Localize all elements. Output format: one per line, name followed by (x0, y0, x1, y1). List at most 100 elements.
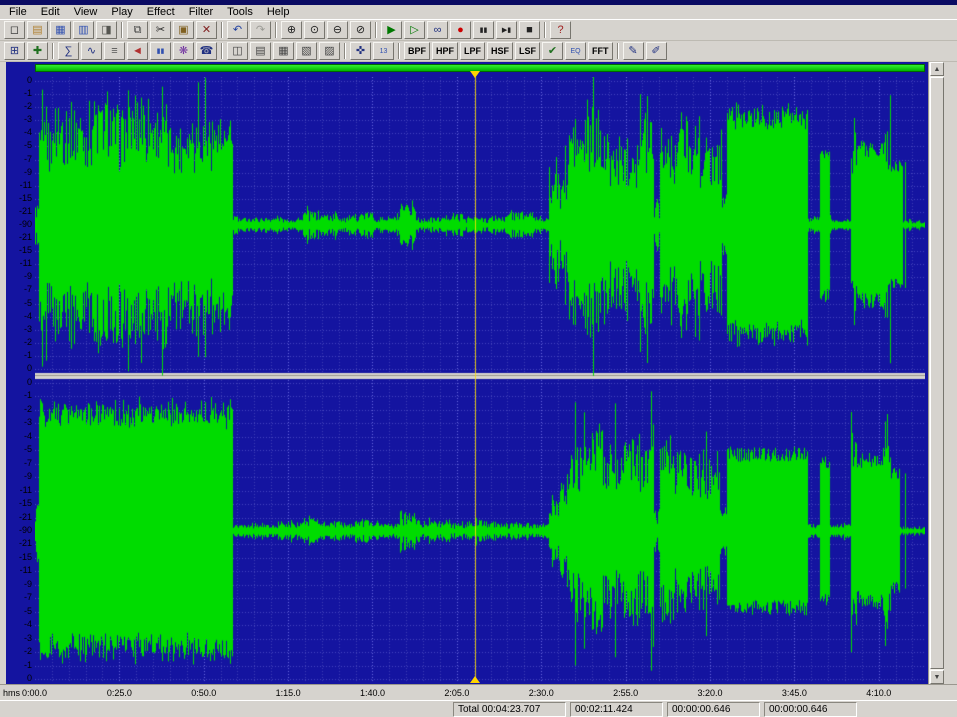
menu-view[interactable]: View (67, 6, 105, 18)
noise-reduction-button[interactable]: ✔ (542, 42, 563, 60)
zoom-in-button[interactable]: ⊕ (281, 21, 302, 39)
vertical-scrollbar[interactable]: ▲ ▼ (928, 62, 944, 684)
speaker-button[interactable]: ◄ (127, 42, 148, 60)
fit-window-button[interactable]: ⊞ (4, 42, 25, 60)
statistics-button[interactable]: ∑ (58, 42, 79, 60)
hpf-filter-label: HPF (436, 45, 454, 56)
time-label: 4:10.0 (866, 688, 892, 698)
loop-button[interactable]: ∞ (427, 21, 448, 39)
channel-13-icon: 13 (379, 47, 388, 55)
undo-button[interactable]: ↶ (227, 21, 248, 39)
time-label: 3:45.0 (781, 688, 807, 698)
play-button[interactable]: ▶ (381, 21, 402, 39)
hpf-filter-button[interactable]: HPF (432, 42, 458, 60)
save-button[interactable]: ▦ (50, 21, 71, 39)
new-button[interactable]: ◻ (4, 21, 25, 39)
expression-window-button[interactable]: ▤ (250, 42, 271, 60)
overview-position-bar[interactable] (35, 64, 925, 72)
redo-button[interactable]: ↷ (250, 21, 271, 39)
time-label: 2:55.0 (613, 688, 639, 698)
cut-button[interactable]: ✂ (150, 21, 171, 39)
bars-window-button[interactable]: ▧ (296, 42, 317, 60)
file-info-button[interactable]: ◨ (96, 21, 117, 39)
undo-icon: ↶ (232, 23, 243, 36)
waveform-canvas[interactable] (35, 77, 925, 683)
scroll-down-icon[interactable]: ▼ (930, 670, 944, 684)
db-label: -3 (23, 632, 32, 643)
draw-envelope-button[interactable]: ✐ (645, 42, 667, 60)
db-label: -9 (23, 471, 32, 482)
menu-tools[interactable]: Tools (220, 6, 260, 18)
level-meters-button[interactable]: ▮▮ (150, 42, 171, 60)
menu-help[interactable]: Help (260, 6, 297, 18)
time-label: 0:25.0 (106, 688, 132, 698)
db-label: -2 (23, 101, 32, 112)
menu-filter[interactable]: Filter (182, 6, 220, 18)
db-label: 0 (26, 673, 32, 683)
paste-icon: ▣ (178, 23, 189, 36)
menu-play[interactable]: Play (104, 6, 139, 18)
menu-file[interactable]: File (2, 6, 34, 18)
marker-tool-button[interactable]: ✚ (27, 42, 48, 60)
lpf-filter-button[interactable]: LPF (460, 42, 485, 60)
db-label: -1 (23, 349, 32, 360)
db-label: -21 (18, 205, 32, 216)
db-label: -21 (18, 538, 32, 549)
menu-edit[interactable]: Edit (34, 6, 67, 18)
play-all-button[interactable]: ▷ (404, 21, 425, 39)
help-book-button[interactable]: ? (550, 21, 571, 39)
device-controls-button[interactable]: ≡ (104, 42, 125, 60)
redo-icon: ↷ (255, 23, 266, 36)
db-label: -1 (23, 390, 32, 401)
control-window-button[interactable]: ◫ (227, 42, 248, 60)
zoom-out-button[interactable]: ⊖ (327, 21, 348, 39)
time-ruler[interactable]: hms 0:00.0 0:25.0 0:50.0 1:15.0 1:40.0 2:05.0… (0, 684, 957, 700)
db-label: -2 (23, 646, 32, 657)
lsf-filter-button[interactable]: LSF (515, 42, 540, 60)
copy-button[interactable]: ⧉ (127, 21, 148, 39)
record-button[interactable]: ● (450, 21, 471, 39)
waveform-view-button[interactable]: ∿ (81, 42, 102, 60)
waveform-view-icon: ∿ (86, 44, 97, 57)
db-label: -11 (19, 484, 32, 495)
db-label: -90 (18, 525, 32, 535)
stop-button[interactable]: ■ (519, 21, 540, 39)
bpf-filter-button[interactable]: BPF (404, 42, 430, 60)
db-label: 0 (26, 75, 32, 85)
zoom-selection-button[interactable]: ⊘ (350, 21, 371, 39)
status-window-button[interactable]: ▨ (319, 42, 340, 60)
equalizer-button[interactable]: EQ (565, 42, 586, 60)
spectrum-window-button[interactable]: ▦ (273, 42, 294, 60)
scroll-up-icon[interactable]: ▲ (930, 62, 944, 76)
bpf-filter-label: BPF (408, 45, 426, 56)
db-label: -21 (18, 232, 32, 243)
draw-wave-button[interactable]: ✎ (622, 42, 644, 60)
delete-icon: ✕ (201, 23, 212, 36)
paste-button[interactable]: ▣ (173, 21, 194, 39)
menu-bar: File Edit View Play Effect Filter Tools Help (0, 5, 957, 20)
snap-cursor-button[interactable]: ✜ (350, 42, 371, 60)
pause-button[interactable]: ▮▮ (473, 21, 494, 39)
playhead-marker-top[interactable] (469, 71, 480, 78)
zoom-normal-button[interactable]: ⊙ (304, 21, 325, 39)
menu-effect[interactable]: Effect (140, 6, 182, 18)
speaker-icon: ◄ (132, 44, 143, 57)
save-as-button[interactable]: ▥ (73, 21, 94, 39)
delete-button[interactable]: ✕ (196, 21, 217, 39)
db-label: -2 (23, 336, 32, 347)
open-button[interactable]: ▤ (27, 21, 48, 39)
zoom-normal-icon: ⊙ (309, 23, 320, 36)
fft-filter-button[interactable]: FFT (588, 42, 613, 60)
hsf-filter-button[interactable]: HSF (487, 42, 513, 60)
stop-icon: ■ (526, 23, 533, 36)
channel-13-button[interactable]: 13 (373, 42, 394, 60)
db-label: -3 (23, 417, 32, 428)
play-icon: ▶ (387, 23, 396, 36)
phone-button[interactable]: ☎ (196, 42, 217, 60)
time-label: 3:20.0 (697, 688, 723, 698)
time-unit-label: hms (3, 688, 21, 698)
scrollbar-thumb[interactable] (930, 77, 944, 669)
playhead-marker-bottom[interactable] (469, 676, 480, 683)
effects-chain-button[interactable]: ❋ (173, 42, 194, 60)
play-next-button[interactable]: ▶▮ (496, 21, 517, 39)
